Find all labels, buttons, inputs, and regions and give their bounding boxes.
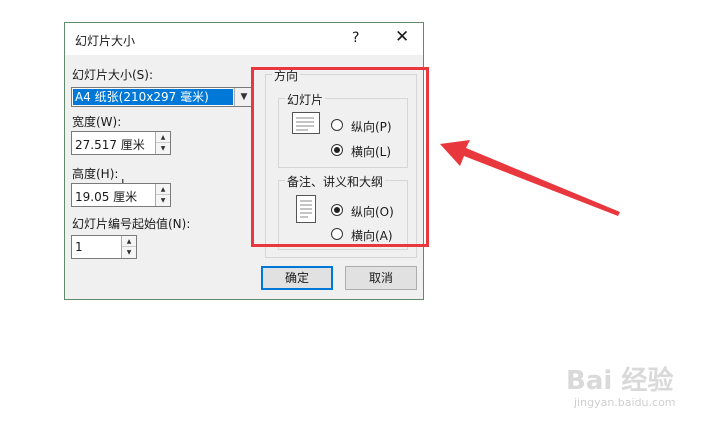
- height-spinbox[interactable]: 19.05 厘米 ▲ ▼: [71, 183, 171, 207]
- start-number-decrease-arrow-icon[interactable]: ▼: [122, 247, 136, 258]
- start-number-label: 幻灯片编号起始值(N):: [72, 217, 191, 231]
- height-decrease-arrow-icon[interactable]: ▼: [156, 195, 170, 206]
- start-number-spinbox[interactable]: 1 ▲ ▼: [71, 235, 137, 259]
- dialog-title: 幻灯片大小: [75, 34, 136, 48]
- orientation-highlight-box: [251, 67, 429, 247]
- cancel-button[interactable]: 取消: [345, 266, 417, 290]
- dialog-titlebar: 幻灯片大小 ? ✕: [65, 23, 423, 55]
- baidu-logo: Bai 经验: [566, 366, 674, 396]
- start-number-value: 1: [75, 240, 83, 254]
- width-label: 宽度(W):: [72, 115, 122, 129]
- width-spinbox[interactable]: 27.517 厘米 ▲ ▼: [71, 131, 171, 155]
- slide-size-label: 幻灯片大小(S):: [72, 68, 154, 82]
- slide-size-value: A4 纸张(210x297 毫米): [73, 89, 233, 105]
- close-button[interactable]: ✕: [395, 29, 409, 46]
- annotation-arrow-icon: [440, 140, 620, 216]
- width-decrease-arrow-icon[interactable]: ▼: [156, 143, 170, 154]
- width-spin-buttons: ▲ ▼: [155, 132, 170, 154]
- watermark-url: jingyan.baidu.com: [574, 396, 676, 409]
- start-number-increase-arrow-icon[interactable]: ▲: [122, 236, 136, 247]
- slide-size-dropdown[interactable]: A4 纸张(210x297 毫米) ▼: [71, 87, 254, 107]
- width-value: 27.517 厘米: [75, 138, 145, 152]
- width-increase-arrow-icon[interactable]: ▲: [156, 132, 170, 143]
- height-increase-arrow-icon[interactable]: ▲: [156, 184, 170, 195]
- height-value: 19.05 厘米: [75, 190, 138, 204]
- help-button[interactable]: ?: [352, 30, 359, 46]
- ok-button[interactable]: 确定: [261, 266, 333, 290]
- height-spin-buttons: ▲ ▼: [155, 184, 170, 206]
- start-number-spin-buttons: ▲ ▼: [121, 236, 136, 258]
- height-label: 高度(H):: [72, 167, 119, 181]
